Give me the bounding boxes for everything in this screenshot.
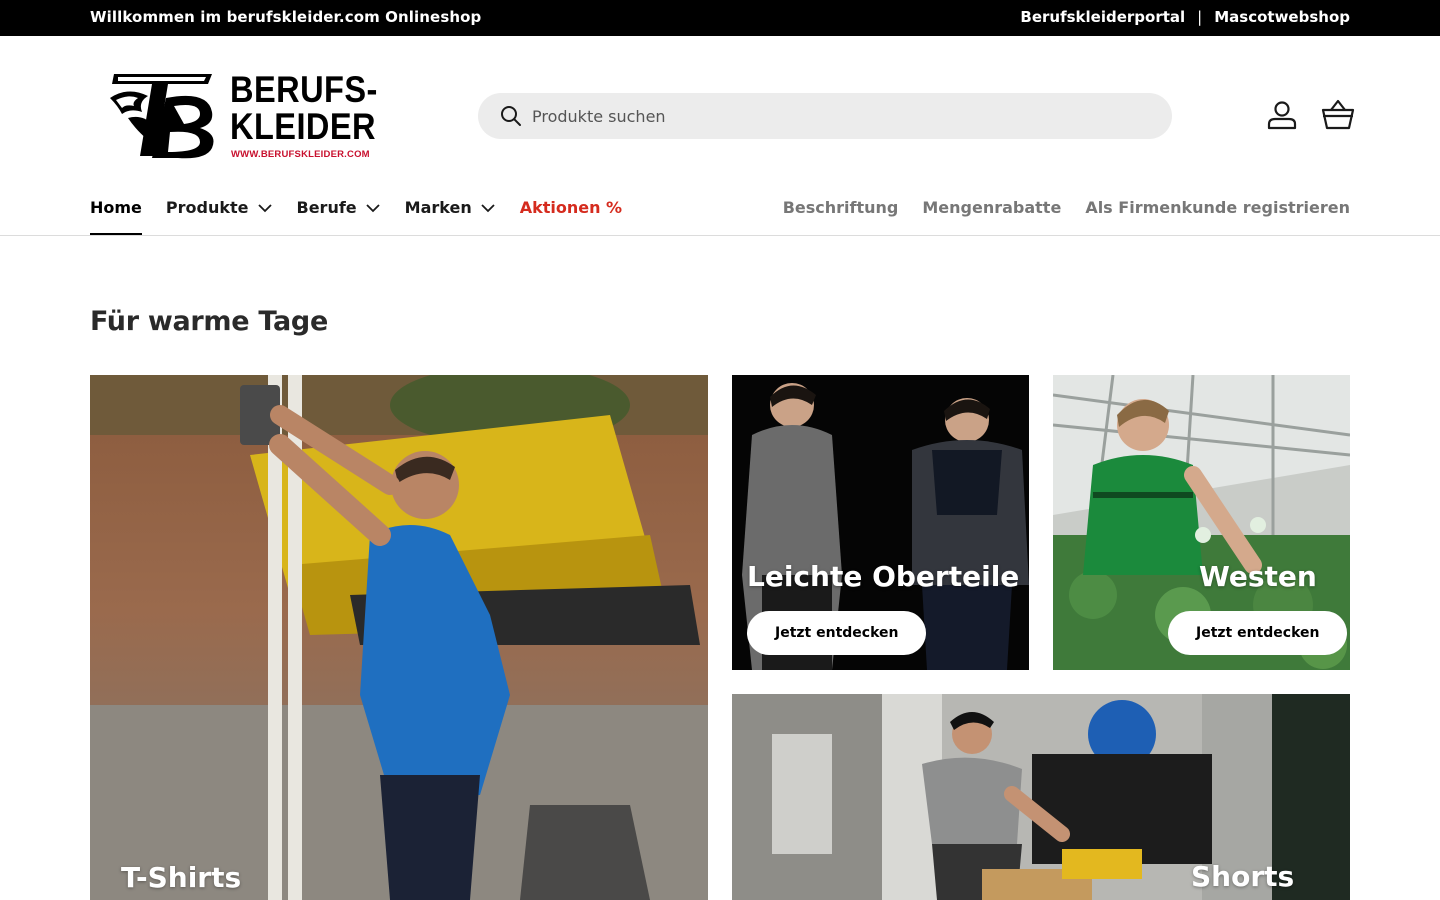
nav-item-home[interactable]: Home — [90, 198, 142, 236]
collection-tile-shorts[interactable]: Shorts — [732, 694, 1350, 900]
nav-label-marken: Marken — [404, 198, 472, 217]
chevron-down-icon — [481, 204, 495, 213]
nav-label-aktionen: Aktionen % — [519, 198, 623, 217]
chevron-down-icon — [257, 204, 272, 213]
nav-divider — [0, 235, 1440, 236]
nav-label-home: Home — [90, 198, 142, 217]
collection-tile-leichte-oberteile[interactable]: Leichte Oberteile Jetzt entdecken — [732, 375, 1029, 670]
welcome-message: Willkommen im berufskleider.com Onlinesh… — [90, 8, 482, 26]
nav-link-beschriftung[interactable]: Beschriftung — [783, 198, 899, 217]
collection-tile-westen[interactable]: Westen Jetzt entdecken — [1053, 375, 1350, 670]
site-logo[interactable]: BERUFS- KLEIDER WWW.BERUFSKLEIDER.COM — [108, 68, 378, 163]
secondary-nav: Beschriftung Mengenrabatte Als Firmenkun… — [783, 198, 1350, 217]
nav-item-produkte[interactable]: Produkte — [166, 198, 273, 236]
nav-item-berufe[interactable]: Berufe — [297, 198, 381, 236]
section-title: Für warme Tage — [90, 306, 328, 337]
nav-link-firmenkunde[interactable]: Als Firmenkunde registrieren — [1085, 198, 1350, 217]
nav-link-mengenrabatte[interactable]: Mengenrabatte — [922, 198, 1061, 217]
link-berufskleiderportal[interactable]: Berufskleiderportal — [1020, 8, 1185, 26]
jetzt-entdecken-button[interactable]: Jetzt entdecken — [1168, 611, 1348, 655]
tile-label-leichte-oberteile: Leichte Oberteile — [747, 560, 1020, 593]
tile-image-tshirts — [90, 375, 708, 900]
nav-label-produkte: Produkte — [165, 198, 249, 217]
chevron-down-icon — [366, 204, 380, 213]
logo-text-line2: KLEIDER — [230, 106, 376, 147]
search-icon[interactable] — [500, 105, 522, 127]
cart-icon[interactable] — [1321, 98, 1355, 132]
links-separator: | — [1197, 8, 1203, 26]
logo-url: WWW.BERUFSKLEIDER.COM — [231, 149, 370, 160]
announcement-bar: Willkommen im berufskleider.com Onlinesh… — [0, 0, 1440, 36]
nav-item-marken[interactable]: Marken — [405, 198, 496, 236]
jetzt-entdecken-button[interactable]: Jetzt entdecken — [747, 611, 927, 655]
announcement-links: Berufskleiderportal | Mascotwebshop — [1020, 8, 1350, 26]
main-nav: Home Produkte Berufe Marken Aktionen % — [90, 198, 646, 236]
collection-tile-tshirts[interactable]: T-Shirts — [90, 375, 708, 900]
tile-label-shorts: Shorts — [1191, 860, 1295, 893]
search-bar[interactable] — [478, 93, 1172, 139]
logo-text-line1: BERUFS- — [230, 69, 378, 110]
tile-label-tshirts: T-Shirts — [121, 861, 242, 894]
tile-label-westen: Westen — [1199, 560, 1317, 593]
account-icon[interactable] — [1265, 98, 1299, 132]
link-mascotwebshop[interactable]: Mascotwebshop — [1214, 8, 1350, 26]
search-input[interactable] — [532, 93, 1152, 139]
falcon-emblem-icon — [110, 74, 214, 159]
nav-item-aktionen[interactable]: Aktionen % — [520, 198, 622, 236]
nav-label-berufe: Berufe — [296, 198, 357, 217]
